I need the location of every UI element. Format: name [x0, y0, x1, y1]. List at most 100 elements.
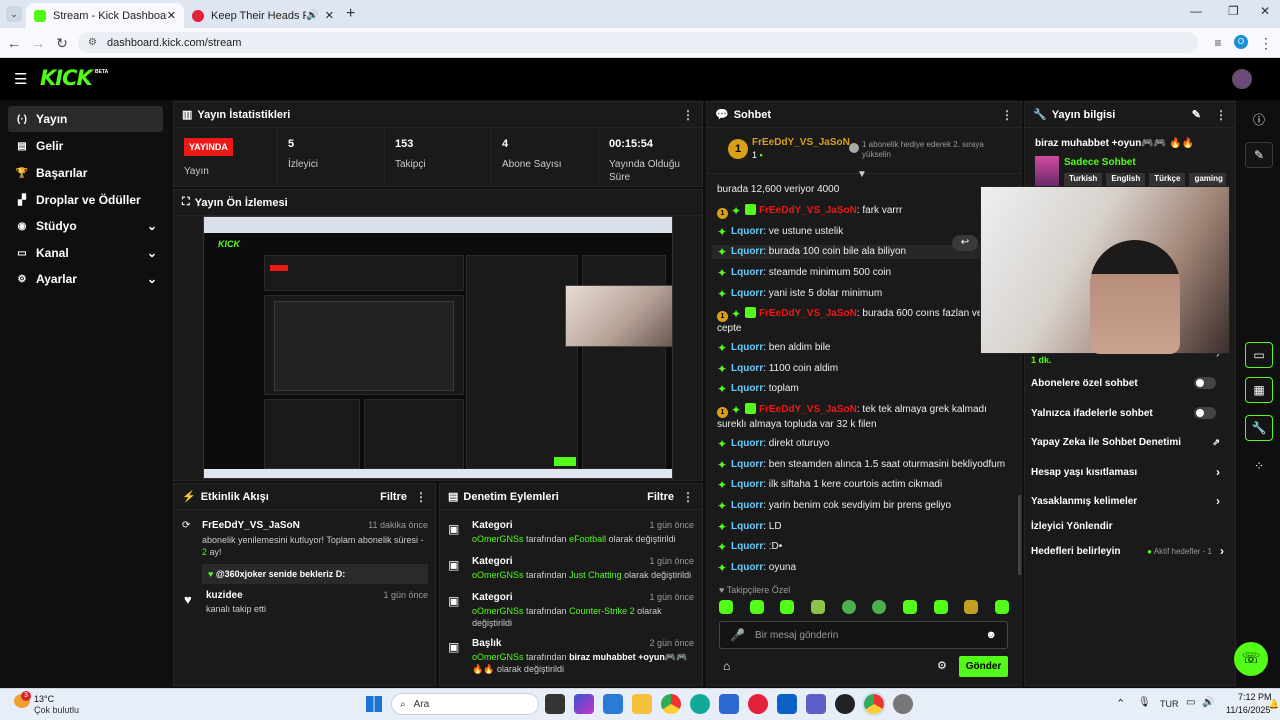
address-bar[interactable]: ⚙ dashboard.kick.com/stream	[78, 32, 1198, 53]
filter-button[interactable]: Filtre	[647, 491, 674, 503]
more-options-icon[interactable]: ⋮	[1215, 108, 1227, 122]
user-avatar[interactable]	[1232, 69, 1252, 89]
chat-user[interactable]: Lquorr	[731, 246, 763, 257]
minimize-button[interactable]: —	[1190, 4, 1202, 18]
sidebar-item-studyo[interactable]: ◉ Stüdyo ⌄	[8, 213, 163, 239]
emote-icon[interactable]	[994, 600, 1009, 614]
emoji-icon[interactable]: ☻	[985, 629, 997, 641]
emote-icon[interactable]	[872, 600, 887, 614]
toggle-switch[interactable]	[1194, 377, 1216, 389]
network-icon[interactable]: ▭	[1186, 697, 1195, 708]
wrench-tool-icon[interactable]: 🔧	[1245, 415, 1273, 441]
tag[interactable]: Türkçe	[1149, 173, 1186, 187]
chat-user[interactable]: FrEeDdY_VS_JaSoN	[759, 205, 857, 216]
emote-icon[interactable]	[841, 600, 856, 614]
chat-user[interactable]: Lquorr	[731, 541, 763, 552]
store-icon[interactable]: ⌂	[723, 659, 730, 673]
filter-button[interactable]: Filtre	[380, 491, 407, 503]
kick-logo[interactable]: KICK	[40, 66, 93, 90]
clock-time[interactable]: 7:12 PM	[1238, 692, 1272, 702]
edge-icon[interactable]	[690, 694, 710, 714]
new-tab-button[interactable]: +	[346, 5, 355, 23]
send-button[interactable]: Gönder	[959, 656, 1008, 677]
chat-user[interactable]: Lquorr	[731, 521, 763, 532]
sidebar-item-droplar[interactable]: ▞ Droplar ve Ödüller	[8, 187, 163, 213]
setting-raid[interactable]: İzleyici Yönlendir	[1031, 517, 1226, 535]
chat-user[interactable]: Lquorr	[731, 438, 763, 449]
emote-icon[interactable]	[810, 600, 825, 614]
support-chat-button[interactable]: ☏	[1234, 642, 1268, 676]
chat-user[interactable]: Lquorr	[731, 459, 763, 470]
setting-subscribers-only[interactable]: Abonelere özel sohbet	[1031, 374, 1226, 392]
leader-user[interactable]: FrEeDdY_VS_JaSoN	[752, 137, 850, 148]
setting-ai-moderation[interactable]: Yapay Zeka ile Sohbet Denetimi ⇗	[1031, 433, 1226, 451]
obs-icon[interactable]	[835, 694, 855, 714]
chat-user[interactable]: Lquorr	[731, 288, 763, 299]
chat-user[interactable]: Lquorr	[731, 342, 763, 353]
more-options-icon[interactable]: ⋮	[682, 108, 694, 122]
collapse-icon[interactable]: ▼	[857, 169, 867, 180]
maximize-button[interactable]: ❐	[1228, 4, 1239, 18]
mic-tray-icon[interactable]: 🎙	[1138, 697, 1151, 708]
chat-user[interactable]: Lquorr	[731, 267, 763, 278]
chat-user[interactable]: Lquorr	[731, 226, 763, 237]
profile-avatar[interactable]: O	[1234, 35, 1248, 49]
settings-app-icon[interactable]	[893, 694, 913, 714]
more-options-icon[interactable]: ⋮	[415, 490, 427, 504]
setting-emotes-only[interactable]: Yalnızca ifadelerle sohbet	[1031, 404, 1226, 422]
taskview-icon[interactable]	[545, 694, 565, 714]
stream-preview-video[interactable]: KICK	[203, 216, 673, 479]
chrome-icon[interactable]	[661, 694, 681, 714]
toggle-switch[interactable]	[1194, 407, 1216, 419]
more-tools-icon[interactable]: ⁘	[1245, 453, 1273, 479]
clock-date[interactable]: 11/16/2025	[1226, 705, 1270, 715]
file-explorer-icon[interactable]	[632, 694, 652, 714]
windows-start-icon[interactable]	[366, 696, 382, 712]
chat-user[interactable]: FrEeDdY_VS_JaSoN	[759, 308, 857, 319]
microphone-icon[interactable]: 🎤	[730, 628, 745, 642]
emote-icon[interactable]	[902, 600, 917, 614]
chevron-down-icon[interactable]: ⌄	[147, 272, 157, 286]
info-icon[interactable]: ⓘ	[1245, 106, 1273, 132]
edit-pencil-icon[interactable]: ✎	[1245, 142, 1273, 168]
chevron-down-icon[interactable]: ⌄	[147, 219, 157, 233]
store-app-icon[interactable]	[719, 694, 739, 714]
back-icon[interactable]: ←	[4, 33, 24, 53]
tag[interactable]: English	[1106, 173, 1146, 187]
tab-music[interactable]: Keep Their Heads Ringin' - 🔊 ✕	[184, 3, 342, 28]
hamburger-menu-icon[interactable]: ☰	[14, 70, 27, 88]
emote-icon[interactable]	[719, 600, 733, 614]
chat-user[interactable]: Lquorr	[731, 479, 763, 490]
emote-icon[interactable]	[749, 600, 764, 614]
site-info-icon[interactable]: ⚙	[88, 37, 97, 48]
setting-goals[interactable]: Hedefleri belirleyin ● Aktif hedefler - …	[1031, 542, 1226, 560]
sidebar-item-yayin[interactable]: (·) Yayın	[8, 106, 163, 132]
emote-icon[interactable]	[780, 600, 795, 614]
setting-banned-words[interactable]: Yasaklanmış kelimeler ›	[1031, 492, 1226, 510]
setting-account-age[interactable]: Hesap yaşı kısıtlaması ›	[1031, 463, 1226, 481]
reply-icon[interactable]: ↩	[952, 235, 978, 251]
language-indicator[interactable]: TUR	[1160, 699, 1179, 709]
chat-user[interactable]: Lquorr	[731, 363, 763, 374]
tab-list-button[interactable]: ⌄	[6, 6, 22, 22]
sidebar-item-ayarlar[interactable]: ⚙ Ayarlar ⌄	[8, 266, 163, 292]
chat-user[interactable]: Lquorr	[731, 562, 763, 573]
more-options-icon[interactable]: ⋮	[1001, 108, 1013, 122]
teams-icon[interactable]	[806, 694, 826, 714]
copilot-icon[interactable]	[574, 694, 594, 714]
taskbar-search[interactable]: ⌕ Ara	[391, 693, 539, 715]
chat-user[interactable]: FrEeDdY_VS_JaSoN	[759, 404, 857, 415]
chat-user[interactable]: Lquorr	[731, 383, 763, 394]
chrome-active-icon[interactable]	[862, 692, 886, 716]
edit-icon[interactable]: ✎	[1192, 108, 1201, 121]
sidebar-item-kanal[interactable]: ▭ Kanal ⌄	[8, 240, 163, 266]
green-tool-icon[interactable]: ▭	[1245, 342, 1273, 368]
tag[interactable]: gaming	[1189, 173, 1226, 187]
browser-menu-icon[interactable]: ⋮	[1256, 33, 1276, 53]
more-options-icon[interactable]: ⋮	[682, 490, 694, 504]
media-controls-icon[interactable]: ≡	[1208, 33, 1228, 53]
notification-bell-icon[interactable]: 🔔	[1268, 699, 1279, 710]
photos-icon[interactable]	[603, 694, 623, 714]
outlook-icon[interactable]	[777, 694, 797, 714]
forward-icon[interactable]: →	[28, 33, 48, 53]
